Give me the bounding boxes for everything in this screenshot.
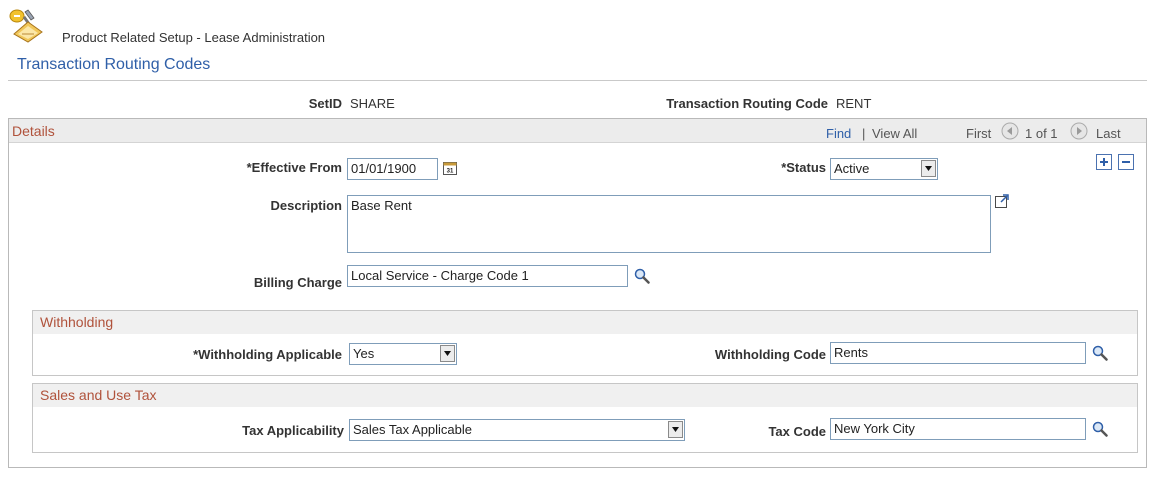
tax-code-label: Tax Code	[768, 424, 826, 439]
withholding-applicable-select[interactable]: Yes	[349, 343, 457, 365]
expand-textarea-icon[interactable]	[994, 193, 1010, 209]
effective-from-label: *Effective From	[246, 160, 342, 175]
withholding-code-input[interactable]: Rents	[830, 342, 1086, 364]
nav-separator: |	[862, 126, 866, 141]
status-value: Active	[834, 161, 870, 176]
find-link[interactable]: Find	[826, 126, 851, 141]
svg-text:31: 31	[447, 169, 454, 175]
tax-applicability-select[interactable]: Sales Tax Applicable	[349, 419, 685, 441]
billing-charge-label: Billing Charge	[253, 275, 342, 290]
status-label: *Status	[781, 160, 826, 175]
setup-tools-icon	[8, 8, 48, 44]
sales-tax-header: Sales and Use Tax	[40, 387, 157, 403]
calendar-icon[interactable]: 31	[443, 161, 457, 175]
effective-from-input[interactable]: 01/01/1900	[347, 158, 438, 180]
view-all-link[interactable]: View All	[872, 126, 917, 141]
tax-code-magnifier-icon[interactable]	[1092, 421, 1108, 437]
details-header: Details	[12, 123, 55, 139]
trc-label: Transaction Routing Code	[666, 96, 828, 111]
title-divider	[8, 80, 1147, 81]
tax-code-input[interactable]: New York City	[830, 418, 1086, 440]
setid-label: SetID	[308, 96, 342, 111]
add-row-icon[interactable]	[1096, 154, 1112, 170]
status-select[interactable]: Active	[830, 158, 938, 180]
next-arrow-icon[interactable]	[1070, 122, 1088, 140]
chevron-down-icon[interactable]	[668, 421, 683, 438]
first-label[interactable]: First	[966, 126, 991, 141]
chevron-down-icon[interactable]	[921, 160, 936, 177]
tax-applicability-label: Tax Applicability	[242, 423, 344, 438]
tax-applicability-value: Sales Tax Applicable	[353, 422, 473, 437]
setid-value: SHARE	[350, 96, 395, 111]
billing-charge-magnifier-icon[interactable]	[634, 268, 650, 284]
withholding-applicable-value: Yes	[353, 346, 375, 361]
withholding-applicable-label: *Withholding Applicable	[193, 347, 342, 362]
page-title: Transaction Routing Codes	[17, 56, 211, 73]
breadcrumb: Product Related Setup - Lease Administra…	[62, 30, 326, 45]
trc-value: RENT	[836, 96, 872, 111]
withholding-code-magnifier-icon[interactable]	[1092, 345, 1108, 361]
withholding-code-label: Withholding Code	[714, 347, 826, 362]
chevron-down-icon[interactable]	[440, 345, 455, 362]
delete-row-icon[interactable]	[1118, 154, 1134, 170]
previous-arrow-icon[interactable]	[1001, 122, 1019, 140]
description-textarea[interactable]: Base Rent	[347, 195, 991, 253]
last-label[interactable]: Last	[1096, 126, 1121, 141]
billing-charge-input[interactable]: Local Service - Charge Code 1	[347, 265, 628, 287]
description-label: Description	[270, 198, 342, 213]
withholding-header: Withholding	[40, 314, 114, 330]
row-range: 1 of 1	[1025, 126, 1058, 141]
